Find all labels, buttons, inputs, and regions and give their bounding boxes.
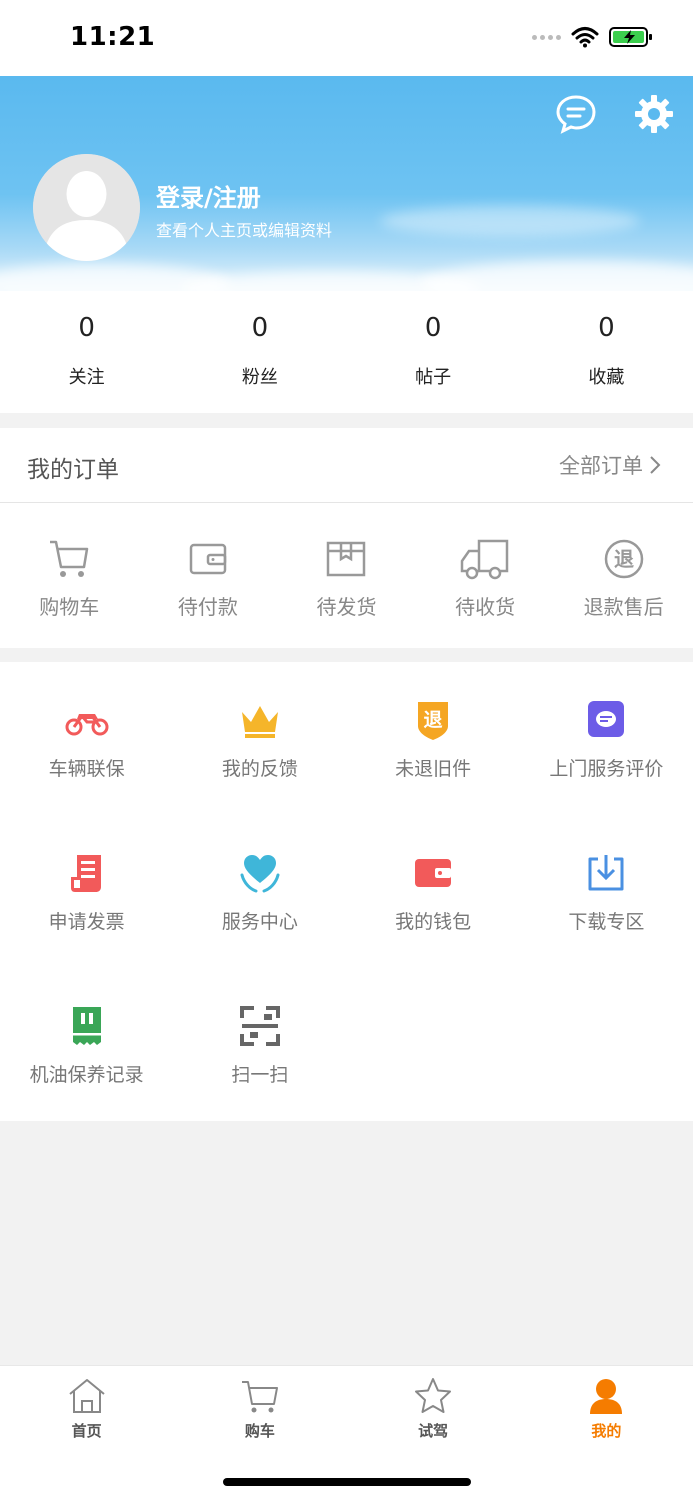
service-feedback[interactable]: 我的反馈 [173, 662, 346, 815]
order-label: 购物车 [39, 595, 100, 619]
order-refund[interactable]: 退 退款售后 [554, 503, 693, 648]
service-label: 我的钱包 [395, 911, 472, 933]
service-label: 服务中心 [221, 911, 298, 933]
oil-record-icon [72, 1007, 101, 1045]
cart-icon [241, 1381, 278, 1413]
order-pending-payment[interactable]: 待付款 [139, 503, 278, 648]
return-shield-icon: 退 [418, 702, 449, 740]
profile-header: 登录/注册 查看个人主页或编辑资料 [0, 76, 693, 291]
wifi-icon [571, 27, 599, 48]
service-invoice[interactable]: 申请发票 [0, 815, 173, 968]
stat-value: 0 [598, 313, 615, 343]
download-icon [588, 855, 624, 891]
stat-following[interactable]: 0 关注 [0, 291, 173, 413]
chevron-right-icon [650, 456, 661, 474]
service-label: 扫一扫 [231, 1064, 289, 1086]
cloud-decoration [380, 206, 640, 236]
cloud-decoration [420, 261, 693, 291]
service-scan[interactable]: 扫一扫 [173, 968, 346, 1121]
tab-label: 首页 [71, 1422, 102, 1440]
svg-text:退: 退 [614, 547, 634, 571]
truck-icon [460, 539, 509, 580]
wallet-icon [415, 859, 452, 887]
order-cart[interactable]: 购物车 [0, 503, 139, 648]
order-pending-shipment[interactable]: 待发货 [277, 503, 416, 648]
stat-posts[interactable]: 0 帖子 [347, 291, 520, 413]
service-unreturned-parts[interactable]: 退 未退旧件 [347, 662, 520, 815]
orders-header: 我的订单 全部订单 [0, 428, 693, 503]
service-label: 上门服务评价 [549, 758, 664, 780]
service-label: 机油保养记录 [29, 1064, 144, 1086]
order-label: 待付款 [177, 595, 238, 619]
motorcycle-icon [65, 714, 109, 736]
tab-home[interactable]: 首页 [0, 1366, 173, 1500]
order-label: 退款售后 [583, 595, 664, 619]
login-register-link[interactable]: 登录/注册 [156, 178, 261, 213]
person-icon [590, 1379, 623, 1414]
my-orders-section: 我的订单 全部订单 购物车 待付款 待发货 待收货 退 退款售后 [0, 428, 693, 648]
heart-hands-icon [240, 855, 280, 893]
service-wallet[interactable]: 我的钱包 [347, 815, 520, 968]
service-label: 下载专区 [568, 911, 645, 933]
message-icon[interactable] [556, 94, 596, 134]
avatar[interactable] [33, 154, 140, 261]
all-orders-link[interactable]: 全部订单 [559, 450, 661, 480]
tab-label: 购车 [244, 1422, 275, 1440]
refund-icon: 退 [604, 539, 643, 579]
service-vehicle-warranty[interactable]: 车辆联保 [0, 662, 173, 815]
tab-label: 试驾 [418, 1422, 449, 1440]
cart-icon [50, 540, 89, 577]
svg-text:退: 退 [424, 709, 443, 731]
chat-box-icon [588, 701, 625, 737]
scan-icon [239, 1006, 280, 1046]
default-avatar-icon [33, 154, 140, 261]
service-label: 未退旧件 [395, 758, 472, 780]
crown-icon [241, 706, 278, 738]
service-oil-record[interactable]: 机油保养记录 [0, 968, 173, 1121]
status-time: 11:21 [70, 22, 156, 52]
status-icons [532, 26, 653, 48]
status-bar: 11:21 [0, 0, 693, 76]
service-onsite-rating[interactable]: 上门服务评价 [520, 662, 693, 815]
star-icon [415, 1378, 452, 1413]
all-orders-label: 全部订单 [559, 454, 643, 478]
stat-value: 0 [251, 313, 269, 343]
stat-favorites[interactable]: 0 收藏 [520, 291, 693, 413]
stat-value: 0 [78, 313, 95, 343]
profile-subtitle[interactable]: 查看个人主页或编辑资料 [156, 217, 332, 241]
stat-value: 0 [424, 313, 442, 343]
stat-label: 收藏 [588, 367, 625, 388]
stat-fans[interactable]: 0 粉丝 [173, 291, 346, 413]
orders-status-row: 购物车 待付款 待发货 待收货 退 退款售后 [0, 503, 693, 648]
order-label: 待发货 [316, 595, 377, 619]
wallet-icon [189, 543, 227, 575]
tab-mine[interactable]: 我的 [520, 1366, 693, 1500]
services-section: 车辆联保 我的反馈 退 未退旧件 上门服务评价 申请发票 服务中心 我的钱包 下… [0, 662, 693, 1121]
service-label: 车辆联保 [48, 758, 125, 780]
tab-label: 我的 [591, 1422, 622, 1440]
settings-icon[interactable] [634, 94, 674, 134]
service-label: 申请发票 [48, 911, 125, 933]
service-center[interactable]: 服务中心 [173, 815, 346, 968]
orders-title: 我的订单 [27, 457, 119, 483]
service-download[interactable]: 下载专区 [520, 815, 693, 968]
cellular-signal-icon [532, 34, 561, 40]
invoice-icon [70, 855, 101, 892]
stat-label: 帖子 [415, 367, 452, 388]
home-indicator [223, 1478, 471, 1486]
order-label: 待收货 [455, 595, 516, 619]
order-pending-receipt[interactable]: 待收货 [416, 503, 555, 648]
services-grid: 车辆联保 我的反馈 退 未退旧件 上门服务评价 申请发票 服务中心 我的钱包 下… [0, 662, 693, 1121]
package-icon [327, 541, 366, 577]
stat-label: 关注 [68, 367, 105, 388]
stat-label: 粉丝 [241, 367, 278, 388]
battery-icon [609, 27, 652, 47]
home-icon [68, 1379, 105, 1413]
stats-row: 0 关注 0 粉丝 0 帖子 0 收藏 [0, 291, 693, 413]
service-label: 我的反馈 [221, 758, 298, 780]
